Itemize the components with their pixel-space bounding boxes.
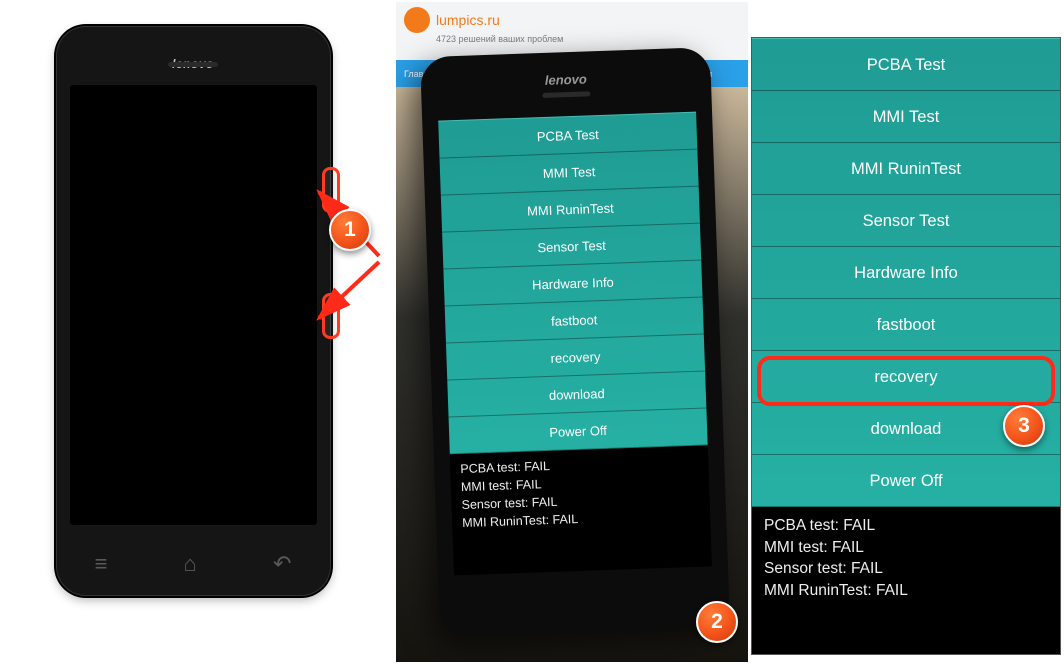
phone-in-hand: lenovo PCBA Test MMI Test MMI RuninTest … <box>420 47 730 637</box>
power-button-highlight[interactable] <box>322 293 340 339</box>
panel-step-2: lumpics.ru 4723 решений ваших проблем Гл… <box>396 2 748 662</box>
menu-item-recovery[interactable]: recovery <box>752 351 1060 403</box>
engineer-mode-screen: PCBA Test MMI Test MMI RuninTest Sensor … <box>438 112 712 576</box>
brand-logo: lenovo <box>545 71 587 87</box>
volume-button-highlight[interactable] <box>322 167 340 213</box>
site-name: lumpics.ru <box>436 12 500 28</box>
softkey-back-icon[interactable]: ↶ <box>273 551 291 577</box>
menu-item-mmi-test[interactable]: MMI Test <box>752 91 1060 143</box>
step-number: 3 <box>1018 414 1030 438</box>
status-line: MMI RuninTest: FAIL <box>764 580 1048 602</box>
menu-item-power-off[interactable]: Power Off <box>752 455 1060 507</box>
menu-item-fastboot[interactable]: fastboot <box>752 299 1060 351</box>
step-badge-3: 3 <box>1003 405 1045 447</box>
menu-item-hardware-info[interactable]: Hardware Info <box>752 247 1060 299</box>
phone-earpiece: lenovo <box>138 45 248 57</box>
status-block: PCBA test: FAIL MMI test: FAIL Sensor te… <box>752 507 1060 610</box>
panel-step-3: PCBA Test MMI Test MMI RuninTest Sensor … <box>752 38 1060 654</box>
site-tagline: 4723 решений ваших проблем <box>436 34 748 44</box>
status-line: PCBA test: FAIL <box>764 515 1048 537</box>
phone-front-off: lenovo ≡ ⌂ ↶ <box>56 26 331 596</box>
tutorial-composite: lenovo ≡ ⌂ ↶ lu <box>0 0 1064 664</box>
menu-item-mmi-runintest[interactable]: MMI RuninTest <box>752 143 1060 195</box>
status-line: MMI test: FAIL <box>764 537 1048 559</box>
speaker-slit <box>168 62 218 67</box>
status-block: PCBA test: FAIL MMI test: FAIL Sensor te… <box>450 445 711 538</box>
site-logo-icon <box>404 7 430 33</box>
speaker-slit <box>542 91 590 98</box>
softkey-menu-icon[interactable]: ≡ <box>95 551 108 577</box>
softkey-row: ≡ ⌂ ↶ <box>57 551 330 577</box>
menu-item-sensor-test[interactable]: Sensor Test <box>752 195 1060 247</box>
panel-step-1: lenovo ≡ ⌂ ↶ <box>33 26 353 652</box>
step-number: 2 <box>711 610 723 634</box>
step-badge-2: 2 <box>696 601 738 643</box>
phone-screen-off <box>70 85 317 525</box>
menu-item-pcba-test[interactable]: PCBA Test <box>752 39 1060 91</box>
engineer-menu: PCBA Test MMI Test MMI RuninTest Sensor … <box>438 112 707 455</box>
status-line: Sensor test: FAIL <box>764 558 1048 580</box>
step-number: 1 <box>344 218 356 242</box>
softkey-home-icon[interactable]: ⌂ <box>184 551 197 577</box>
step-badge-1: 1 <box>329 209 371 251</box>
